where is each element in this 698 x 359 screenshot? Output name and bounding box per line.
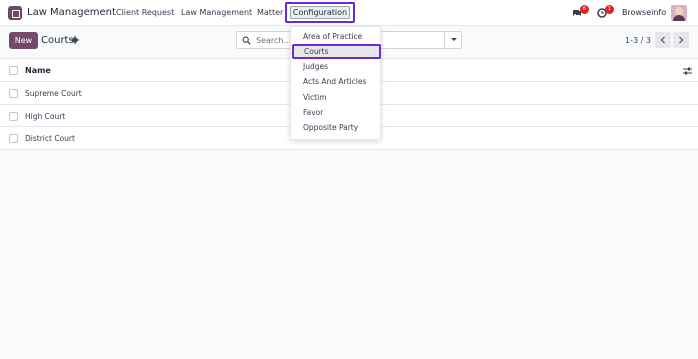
menu-item-victim[interactable]: Victim (291, 91, 382, 105)
row-checkbox[interactable] (9, 111, 18, 121)
top-navbar: Law Management Client Request Law Manage… (0, 0, 698, 26)
app-menu-icon[interactable] (8, 6, 22, 20)
user-avatar[interactable] (671, 5, 687, 21)
caret-down-icon (451, 38, 457, 41)
row-name: High Court (25, 111, 66, 121)
menu-item-courts[interactable]: Courts (292, 44, 381, 59)
nav-configuration[interactable]: Configuration (285, 2, 355, 23)
app-title[interactable]: Law Management (27, 7, 116, 18)
menu-item-opposite-party[interactable]: Opposite Party (291, 121, 382, 135)
pager-next-button[interactable] (673, 32, 689, 48)
activities-badge: 1 (605, 5, 614, 14)
menu-item-area-of-practice[interactable]: Area of Practice (291, 30, 382, 44)
menu-item-favor[interactable]: Favor (291, 106, 382, 120)
nav-configuration-label: Configuration (290, 6, 350, 19)
menu-item-acts-and-articles[interactable]: Acts And Articles (291, 75, 382, 89)
gear-icon[interactable] (71, 36, 79, 44)
search-options-toggle[interactable] (444, 31, 462, 49)
nav-law-management[interactable]: Law Management (181, 8, 252, 17)
nav-client-request[interactable]: Client Request (116, 8, 174, 17)
new-button[interactable]: New (9, 32, 38, 49)
breadcrumb: Courts (41, 35, 74, 46)
chevron-right-icon (679, 36, 684, 44)
row-name: District Court (25, 134, 75, 143)
menu-item-judges[interactable]: Judges (291, 60, 382, 74)
pager-previous-button[interactable] (655, 32, 671, 48)
optional-columns-icon[interactable] (683, 67, 692, 75)
pager-value[interactable]: 1-3 / 3 (625, 36, 651, 45)
configuration-dropdown: Area of Practice Courts Judges Acts And … (290, 26, 381, 140)
chevron-left-icon (660, 36, 665, 44)
row-checkbox[interactable] (9, 89, 18, 98)
row-name: Supreme Court (25, 89, 82, 98)
nav-matter[interactable]: Matter (257, 8, 283, 17)
company-switcher[interactable]: Browseinfo (622, 8, 666, 17)
search-icon (242, 36, 251, 45)
row-checkbox[interactable] (9, 134, 18, 143)
select-all-checkbox[interactable] (9, 66, 18, 75)
column-header-name[interactable]: Name (25, 66, 51, 75)
messages-badge: 6 (580, 5, 589, 14)
